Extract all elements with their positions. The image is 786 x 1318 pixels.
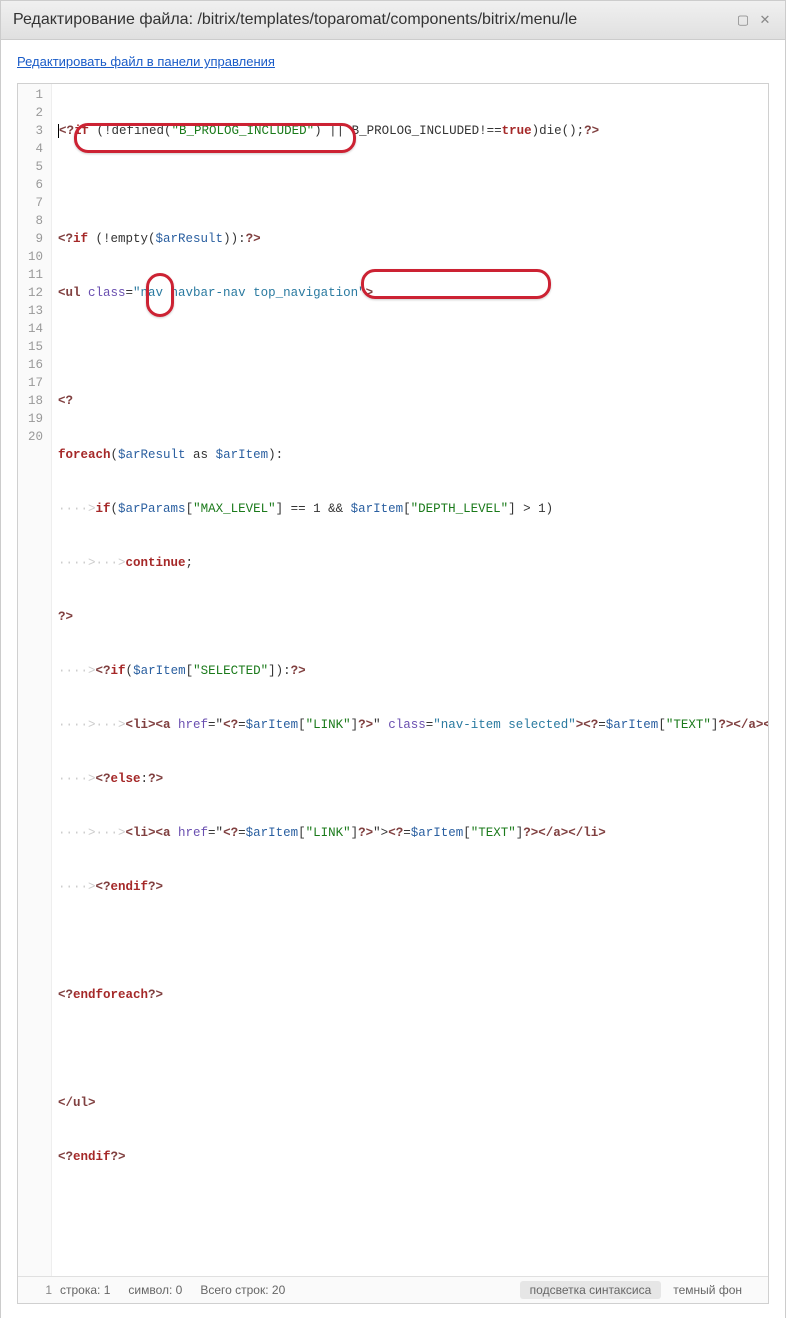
close-icon[interactable]: ✕: [757, 12, 773, 28]
button-row: Сохранить Отменить: [1, 1304, 785, 1318]
status-line: строка: 1: [60, 1283, 110, 1297]
status-current-line: 1: [26, 1283, 60, 1297]
window-title: Редактирование файла: /bitrix/templates/…: [13, 11, 729, 29]
line-gutter: 1234567891011121314151617181920: [18, 84, 52, 1276]
status-bar: 1 строка: 1 символ: 0 Всего строк: 20 по…: [18, 1276, 768, 1303]
status-col: символ: 0: [128, 1283, 182, 1297]
edit-in-admin-link[interactable]: Редактировать файл в панели управления: [17, 54, 275, 69]
titlebar: Редактирование файла: /bitrix/templates/…: [1, 1, 785, 40]
syntax-highlight-toggle[interactable]: подсветка синтаксиса: [520, 1281, 662, 1299]
code-editor[interactable]: 1234567891011121314151617181920 <?if (!d…: [17, 83, 769, 1304]
status-total: Всего строк: 20: [200, 1283, 285, 1297]
dark-theme-toggle[interactable]: темный фон: [673, 1283, 742, 1297]
code-area[interactable]: <?if (!defined("B_PROLOG_INCLUDED") || B…: [52, 84, 768, 1276]
link-row: Редактировать файл в панели управления: [1, 40, 785, 73]
editor-window: Редактирование файла: /bitrix/templates/…: [0, 0, 786, 1318]
maximize-icon[interactable]: ▢: [735, 12, 751, 28]
